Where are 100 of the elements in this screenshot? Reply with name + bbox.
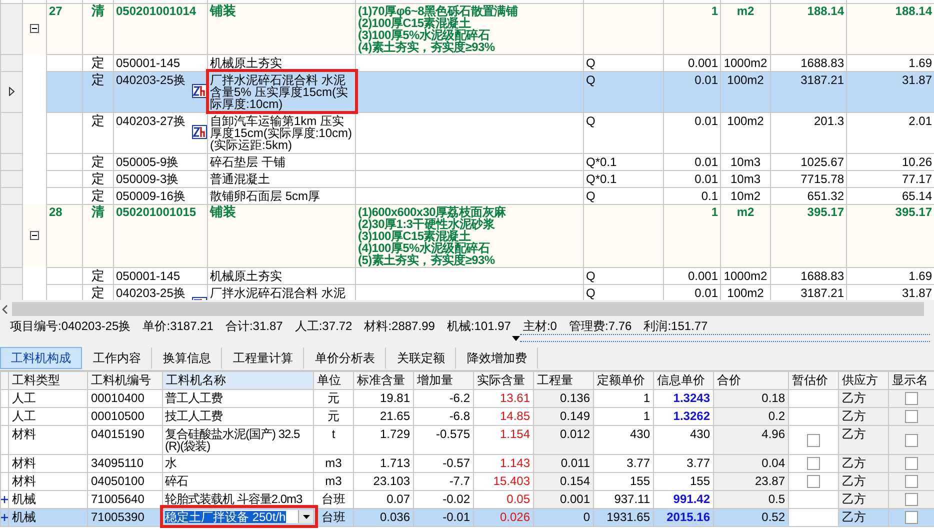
table-cell: 厂拌水泥碎石混合料 水泥 — [208, 284, 356, 300]
table-cell: 乙方 — [838, 472, 888, 490]
checkbox[interactable] — [905, 434, 918, 446]
table-cell: 0 — [534, 508, 594, 526]
table-cell: 轮胎式装载机 斗容量2.0m3 — [162, 490, 314, 508]
checkbox[interactable] — [807, 434, 820, 446]
chevron-left-icon[interactable] — [2, 304, 8, 314]
table-cell: 050005-9换 — [116, 156, 179, 168]
table-cell: 台班 — [314, 508, 354, 526]
column-header[interactable]: 工程量 — [534, 372, 594, 390]
table-cell: 定 — [82, 71, 114, 112]
summary-text: 单价:3187.21 — [142, 318, 214, 334]
scrollbar-thumb[interactable] — [12, 302, 924, 316]
checkbox[interactable] — [905, 457, 918, 470]
table-cell: 040203-27换 — [116, 114, 186, 126]
table-cell: Q — [584, 71, 664, 112]
checkbox[interactable] — [905, 475, 918, 488]
collapse-icon[interactable] — [30, 230, 39, 240]
table-cell: 0.001 — [534, 490, 594, 508]
table-cell: 0.154 — [534, 472, 594, 490]
table-cell: 3187.21 — [770, 71, 846, 112]
table-cell: 050001-145 — [116, 270, 180, 282]
table-cell: 1.69 — [846, 267, 934, 284]
checkbox[interactable] — [905, 410, 918, 423]
table-cell: 0.01 — [664, 112, 720, 153]
table-cell: Q*0.1 — [584, 170, 664, 187]
table-cell: 100m2 — [720, 112, 770, 153]
table-cell: 34095110 — [88, 454, 162, 472]
table-cell: 10m2 — [720, 187, 770, 204]
table-cell: 050201001015 — [114, 204, 208, 267]
table-cell: Q — [584, 267, 664, 284]
table-cell: Q — [584, 54, 664, 71]
table-cell: 定 — [82, 267, 114, 284]
table-cell: 1.729 — [354, 426, 414, 454]
collapse-icon[interactable] — [30, 24, 39, 33]
tab[interactable]: 工料机构成 — [0, 347, 82, 369]
horizontal-scrollbar[interactable] — [0, 300, 934, 318]
column-header[interactable]: 增加量 — [414, 372, 474, 390]
table-cell: 050009-16换 — [116, 190, 186, 202]
expand-icon[interactable] — [1, 496, 8, 503]
table-cell: 65.14 — [846, 187, 934, 204]
table-cell: 430 — [594, 426, 654, 454]
checkbox[interactable] — [905, 511, 918, 524]
table-cell: 71005390 — [88, 508, 162, 526]
table-cell: Q — [584, 112, 664, 153]
table-cell: 0.026 — [474, 508, 534, 526]
table-cell: 0.01 — [664, 284, 720, 300]
table-cell: 普通混凝土 — [208, 170, 356, 187]
summary-text: 人工:37.72 — [294, 318, 352, 334]
table-cell: 050009-3换 — [116, 172, 179, 184]
table-cell: 00010400 — [88, 390, 162, 408]
table-cell: 散铺卵石面层 5cm厚 — [208, 187, 356, 204]
checkbox[interactable] — [807, 475, 820, 488]
table-cell: 0.01 — [664, 71, 720, 112]
table-cell: 厂拌水泥碎石混合料 水泥含量5% 压实厚度15cm(实际厚度:10cm) — [208, 71, 356, 112]
table-cell: 155 — [654, 472, 714, 490]
column-header[interactable]: 单位 — [314, 372, 354, 390]
table-cell: 材料 — [8, 454, 88, 472]
table-cell: 23.87 — [714, 472, 788, 490]
summary-text: 材料:2887.99 — [364, 318, 435, 334]
table-cell: 乙方 — [838, 490, 888, 508]
table-cell: 395.17 — [846, 204, 934, 267]
column-header[interactable]: 信息单价 — [654, 372, 714, 390]
dropdown-field[interactable]: 稳定土厂拌设备 250t/h — [165, 510, 313, 523]
table-cell: 040203-25换 — [116, 286, 186, 298]
checkbox[interactable] — [905, 493, 918, 506]
column-header[interactable]: 工料机编号 — [88, 372, 162, 390]
table-cell: 0.001 — [664, 267, 720, 284]
column-header[interactable]: 工料机名称 — [162, 372, 314, 390]
table-cell: 乙方 — [838, 426, 888, 454]
table-cell: 430 — [654, 426, 714, 454]
table-cell: 1688.83 — [770, 54, 846, 71]
table-cell: 0.001 — [664, 54, 720, 71]
table-cell: 人工 — [8, 408, 88, 426]
column-header[interactable]: 暂估价 — [788, 372, 838, 390]
column-header[interactable]: 实际含量 — [474, 372, 534, 390]
table-cell: 元 — [314, 408, 354, 426]
table-cell: 0.05 — [474, 490, 534, 508]
checkbox[interactable] — [905, 392, 918, 405]
column-header[interactable]: 合价 — [714, 372, 788, 390]
table-cell: 1000m2 — [720, 54, 770, 71]
table-cell: 0.2 — [714, 408, 788, 426]
column-header[interactable]: 显示名 — [888, 372, 934, 390]
table-cell: 0.01 — [664, 153, 720, 170]
table-cell: 77.17 — [846, 170, 934, 187]
table-cell: 23.103 — [354, 472, 414, 490]
table-cell: 1.69 — [846, 54, 934, 71]
table-cell: 乙方 — [838, 508, 888, 526]
row-header[interactable] — [0, 71, 22, 112]
table-cell: 395.17 — [770, 204, 846, 267]
table-cell: 1 — [664, 204, 720, 267]
row-pointer-icon — [8, 86, 14, 96]
column-header[interactable]: 供应方 — [838, 372, 888, 390]
table-cell: 10m3 — [720, 170, 770, 187]
expand-icon[interactable] — [1, 514, 8, 521]
column-header[interactable]: 工料类型 — [8, 372, 88, 390]
table-cell: 材料 — [8, 472, 88, 490]
column-header[interactable]: 标准含量 — [354, 372, 414, 390]
checkbox[interactable] — [807, 457, 820, 470]
column-header[interactable]: 定额单价 — [594, 372, 654, 390]
